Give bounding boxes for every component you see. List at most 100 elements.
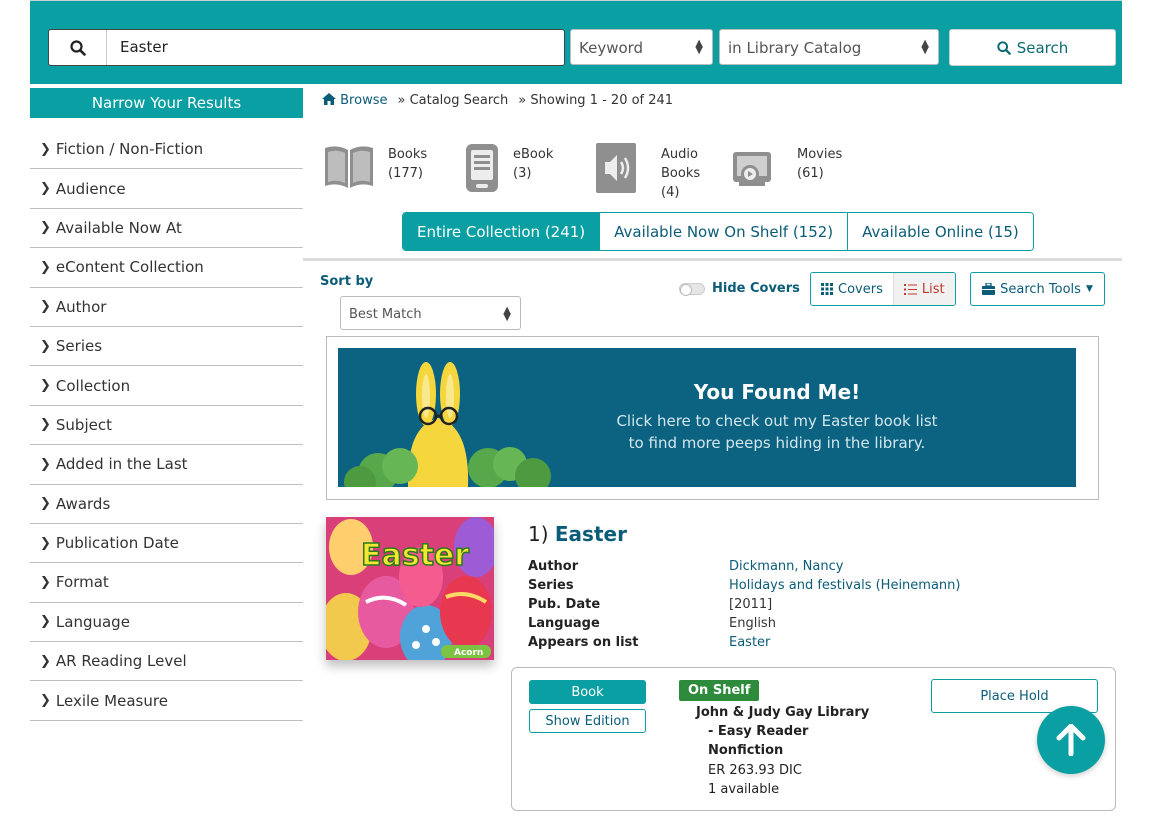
facet-subject[interactable]: ❯ Subject	[30, 406, 303, 446]
book-icon	[325, 146, 373, 188]
chevron-right-icon: ❯	[40, 141, 51, 157]
search-type-select[interactable]: Keyword ▲ ▼	[570, 29, 713, 65]
tab-entire-collection[interactable]: Entire Collection (241)	[403, 213, 601, 250]
facet-list: ❯ Fiction / Non-Fiction ❯ Audience ❯ Availa…	[30, 130, 303, 721]
search-button-label: Search	[1016, 38, 1069, 57]
facet-label: Audience	[55, 179, 126, 198]
select-caret-icon: ▲ ▼	[695, 38, 703, 56]
format-count: (177)	[388, 166, 423, 181]
author-link[interactable]: Dickmann, Nancy	[729, 559, 843, 574]
library-name: John & Judy Gay Library	[696, 705, 870, 720]
facet-language[interactable]: ❯ Language	[30, 603, 303, 643]
list-label: List	[921, 281, 945, 297]
format-ebook[interactable]: eBook (3)	[459, 142, 553, 194]
format-name: Audio	[661, 147, 698, 162]
format-name: eBook	[513, 147, 554, 162]
facet-collection[interactable]: ❯ Collection	[30, 366, 303, 406]
book-cover[interactable]: Easter Acorn	[326, 517, 494, 660]
chevron-right-icon: ❯	[40, 693, 51, 709]
facet-audience[interactable]: ❯ Audience	[30, 169, 303, 209]
chevron-right-icon: ❯	[40, 496, 51, 512]
facet-label: Lexile Measure	[55, 691, 168, 710]
list-icon	[903, 283, 917, 295]
scroll-to-top-button[interactable]	[1037, 706, 1105, 774]
pub-date-value: [2011]	[729, 597, 773, 612]
author-label: Author	[528, 559, 579, 574]
search-button[interactable]: Search	[949, 29, 1116, 66]
breadcrumb-catalog-search: » Catalog Search	[397, 93, 509, 108]
format-name-line2: Books	[661, 166, 701, 181]
covers-view-button[interactable]: Covers	[811, 273, 893, 305]
format-audio-books[interactable]: Audio Books (4)	[595, 142, 700, 202]
search-type-value: Keyword	[579, 39, 644, 57]
format-book-button[interactable]: Book	[529, 680, 646, 704]
facet-label: Format	[55, 573, 109, 592]
search-query: Easter	[120, 38, 168, 56]
facet-label: Language	[55, 612, 130, 631]
result-title-link[interactable]: Easter	[555, 522, 627, 546]
pub-date-label: Pub. Date	[528, 597, 601, 612]
appears-on-list-link[interactable]: Easter	[729, 635, 770, 650]
hide-covers-toggle[interactable]	[679, 283, 705, 296]
view-mode-toggle: Covers List	[810, 272, 956, 306]
format-name: Books	[388, 147, 428, 162]
facet-available-now-at[interactable]: ❯ Available Now At	[30, 209, 303, 249]
show-edition-button[interactable]: Show Edition	[529, 709, 646, 733]
sort-select[interactable]: Best Match ▲ ▼	[340, 296, 521, 330]
chevron-right-icon: ❯	[40, 535, 51, 551]
format-movies[interactable]: Movies (61)	[731, 142, 842, 194]
arrow-up-icon	[1056, 724, 1086, 756]
home-icon	[322, 93, 336, 105]
facet-added-in-last[interactable]: ❯ Added in the Last	[30, 445, 303, 485]
cover-title-text: Easter	[361, 538, 469, 573]
format-name: Movies	[797, 147, 843, 162]
facet-label: Awards	[55, 494, 111, 513]
tab-available-online[interactable]: Available Online (15)	[848, 213, 1033, 250]
breadcrumb-browse-label: Browse	[340, 93, 388, 108]
search-tools-button[interactable]: Search Tools ▼	[970, 272, 1105, 306]
sort-label: Sort by	[320, 274, 374, 289]
section-divider	[303, 258, 1122, 261]
promo-banner[interactable]: You Found Me! Click here to check out my…	[338, 348, 1076, 487]
chevron-right-icon: ❯	[40, 417, 51, 433]
select-caret-icon: ▲ ▼	[921, 38, 929, 56]
series-link[interactable]: Holidays and festivals (Heinemann)	[729, 578, 960, 593]
chevron-right-icon: ❯	[40, 653, 51, 669]
facet-label: Subject	[55, 415, 112, 434]
facet-publication-date[interactable]: ❯ Publication Date	[30, 524, 303, 564]
facet-label: Available Now At	[55, 218, 182, 237]
egg-cover-art: Easter Acorn	[326, 517, 494, 660]
list-view-button[interactable]: List	[892, 273, 955, 305]
facet-ar-reading-level[interactable]: ❯ AR Reading Level	[30, 642, 303, 682]
facet-label: Author	[55, 297, 107, 316]
language-label: Language	[528, 616, 600, 631]
breadcrumb-browse[interactable]: Browse	[322, 93, 387, 108]
facet-author[interactable]: ❯ Author	[30, 288, 303, 327]
collection-name: - Easy Reader	[708, 724, 809, 739]
collection-tabs: Entire Collection (241) Available Now On…	[402, 212, 1034, 251]
cover-brand-text: Acorn	[454, 648, 483, 658]
banner-line-2: to find more peeps hiding in the library…	[628, 434, 926, 452]
availability-count: 1 available	[708, 782, 780, 797]
facet-awards[interactable]: ❯ Awards	[30, 485, 303, 524]
chevron-right-icon: ❯	[40, 456, 51, 472]
facet-label: Publication Date	[55, 534, 179, 553]
appears-on-list-label: Appears on list	[528, 635, 639, 650]
banner-line-1: Click here to check out my Easter book l…	[616, 412, 938, 430]
result-number: 1)	[528, 522, 549, 546]
format-books[interactable]: Books (177)	[322, 142, 427, 194]
facet-format[interactable]: ❯ Format	[30, 563, 303, 603]
chevron-right-icon: ❯	[40, 338, 51, 354]
facet-lexile-measure[interactable]: ❯ Lexile Measure	[30, 681, 303, 721]
breadcrumb: Browse » Catalog Search » Showing 1 - 20…	[322, 93, 673, 108]
facet-econtent-collection[interactable]: ❯ eContent Collection	[30, 248, 303, 288]
facet-series[interactable]: ❯ Series	[30, 327, 303, 367]
audio-icon	[596, 143, 636, 193]
search-input[interactable]: Easter	[48, 29, 565, 66]
tab-available-now-on-shelf[interactable]: Available Now On Shelf (152)	[600, 213, 849, 250]
select-caret-icon: ▲ ▼	[503, 305, 511, 323]
search-scope-select[interactable]: in Library Catalog ▲ ▼	[719, 29, 939, 65]
banner-title: You Found Me!	[693, 380, 861, 404]
format-count: (3)	[513, 166, 532, 181]
facet-fiction-nonfiction[interactable]: ❯ Fiction / Non-Fiction	[30, 130, 303, 170]
